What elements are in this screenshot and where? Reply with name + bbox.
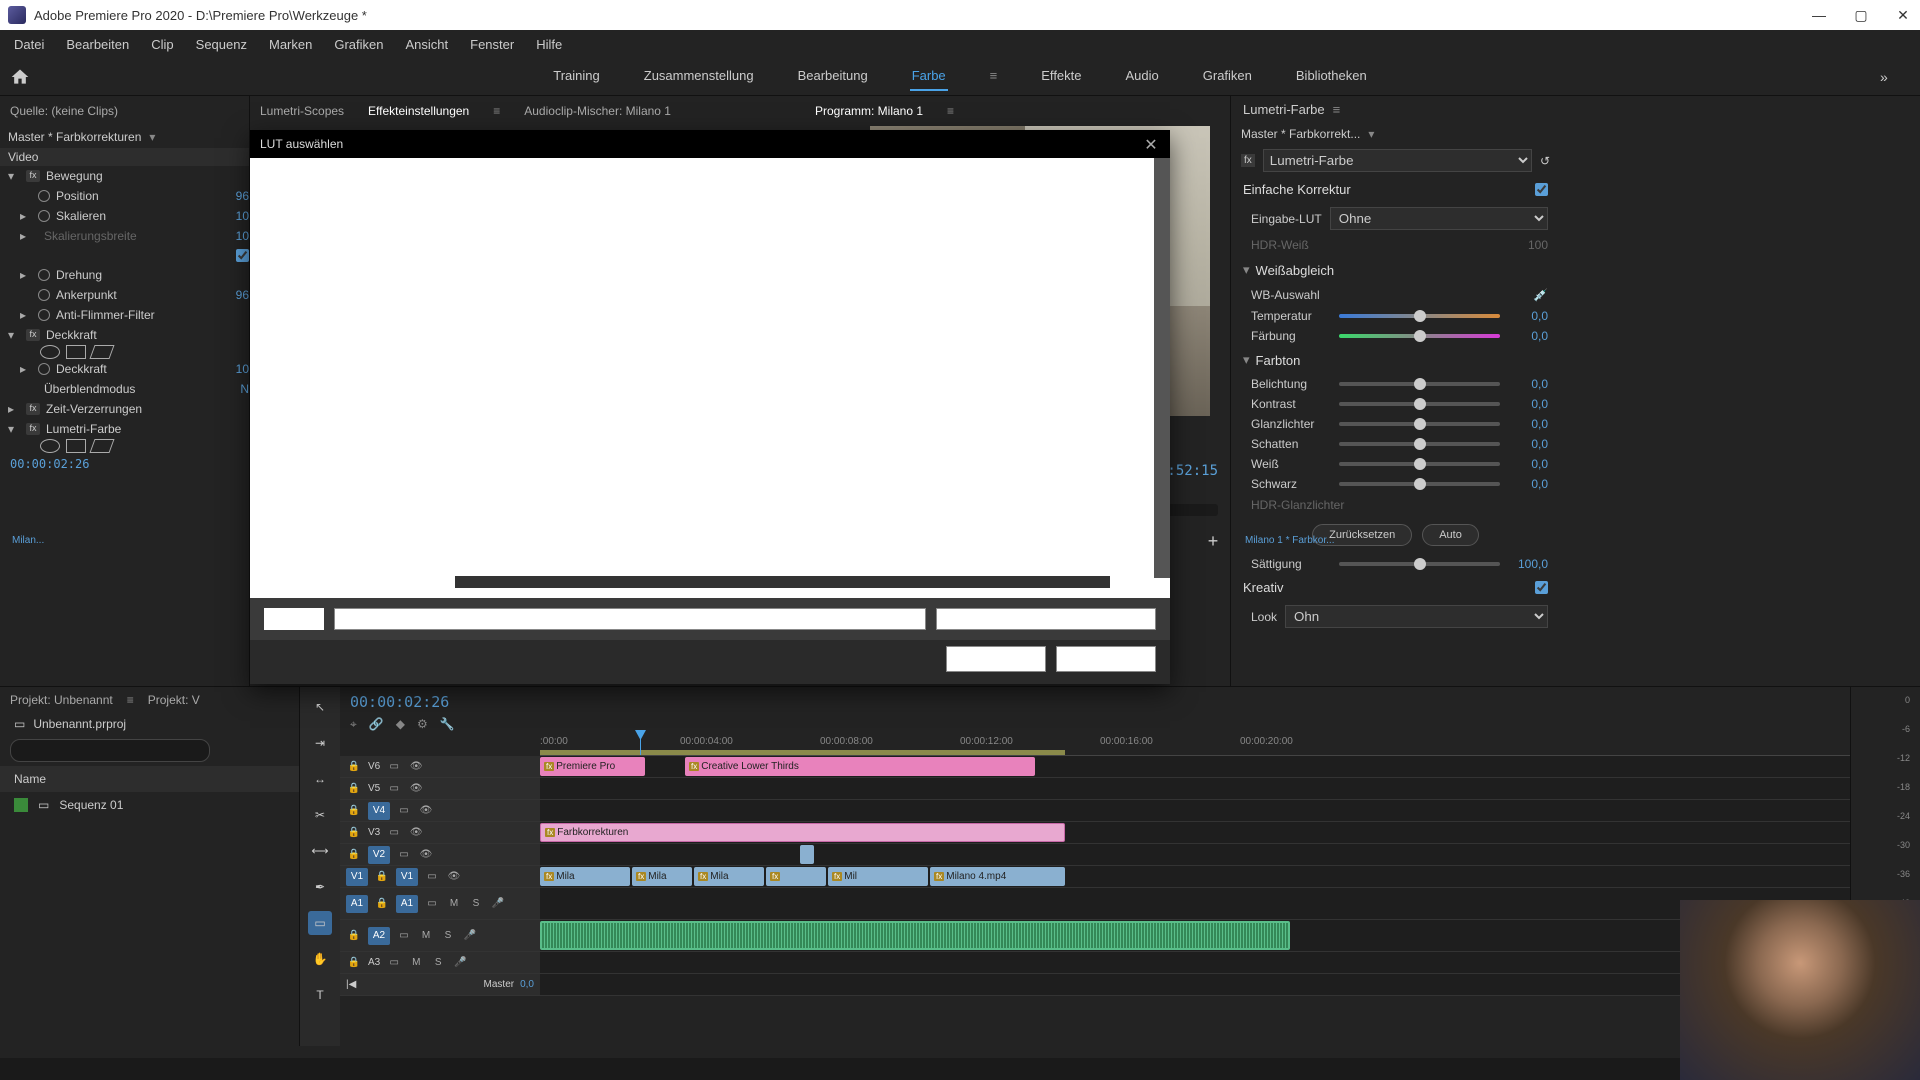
dialog-cancel-button[interactable] [1056,646,1156,672]
ripple-tool[interactable]: ↔ [308,767,332,791]
ws-zusammenstellung[interactable]: Zusammenstellung [642,62,756,91]
clip-audio[interactable] [540,921,1290,950]
slip-tool[interactable]: ⟷ [308,839,332,863]
auto-button[interactable]: Auto [1422,524,1479,546]
close-button[interactable]: ✕ [1894,7,1912,24]
timeline-timecode[interactable]: 00:00:02:26 [350,693,449,711]
effect-controls-panel: Quelle: (keine Clips) Master * Farbkorre… [0,96,250,686]
maximize-button[interactable]: ▢ [1852,7,1870,24]
playhead[interactable] [640,732,641,755]
weiss-slider[interactable] [1339,462,1500,466]
dialog-close-button[interactable]: ✕ [1142,135,1160,153]
linked-icon[interactable]: 🔗 [369,717,384,732]
eingabe-lut-select[interactable]: Ohne [1330,207,1548,230]
clip-mila-1[interactable]: fxMila [540,867,630,886]
eyedropper-icon[interactable]: 💉 [1533,288,1548,302]
tab-effekteinstellungen[interactable]: Effekteinstellungen [368,104,469,118]
snap-icon[interactable]: ⌖ [350,717,357,732]
go-to-start-icon[interactable]: |◀ [346,979,356,990]
workspace-bar: Training Zusammenstellung Bearbeitung Fa… [0,58,1920,96]
pen-tool[interactable]: ✒ [308,875,332,899]
temperatur-slider[interactable] [1339,314,1500,318]
webcam-overlay [1680,900,1920,1080]
razor-tool[interactable]: ✂ [308,803,332,827]
ws-effekte[interactable]: Effekte [1039,62,1083,91]
clip-premiere-pro[interactable]: fxPremiere Pro [540,757,645,776]
lut-select-dialog: LUT auswählen ✕ [250,130,1170,684]
window-title: Adobe Premiere Pro 2020 - D:\Premiere Pr… [34,8,1810,23]
clip-farbkorrekturen[interactable]: fxFarbkorrekturen [540,823,1065,842]
menu-fenster[interactable]: Fenster [460,33,524,56]
ws-audio[interactable]: Audio [1124,62,1161,91]
rectangle-tool[interactable]: ▭ [308,911,332,935]
ws-farbe[interactable]: Farbe [910,62,948,91]
menu-hilfe[interactable]: Hilfe [526,33,572,56]
tab-programm[interactable]: Programm: Milano 1 [815,104,923,118]
menu-ansicht[interactable]: Ansicht [395,33,458,56]
selection-tool[interactable]: ↖ [308,695,332,719]
clip-milano4[interactable]: fxMilano 4.mp4 [930,867,1065,886]
dialog-title: LUT auswählen [260,137,343,151]
status-bar [0,1058,1920,1080]
reset-icon[interactable]: ↺ [1540,154,1550,168]
clip-mil[interactable]: fxMil [828,867,928,886]
menubar: Datei Bearbeiten Clip Sequenz Marken Gra… [0,30,1920,58]
dialog-file-area[interactable] [250,158,1170,598]
tool-palette: ↖ ⇥ ↔ ✂ ⟷ ✒ ▭ ✋ T [300,687,340,1046]
farbung-slider[interactable] [1339,334,1500,338]
timeline-panel: 00:00:02:26 ⌖ 🔗 ◆ ⚙ 🔧 :00:00 00:00:04:00… [340,687,1850,1046]
settings-icon[interactable]: ⚙ [417,717,428,732]
tab-projekt2[interactable]: Projekt: V [148,693,200,707]
ec-clip[interactable]: Milan... [8,1,48,1079]
minimize-button[interactable]: — [1810,7,1828,24]
glanzlichter-slider[interactable] [1339,422,1500,426]
type-tool[interactable]: T [308,983,332,1007]
dialog-scrollbar-h[interactable] [455,576,1110,588]
menu-clip[interactable]: Clip [141,33,183,56]
marker-icon[interactable]: ◆ [396,717,405,732]
clip-creative-lower-thirds[interactable]: fxCreative Lower Thirds [685,757,1035,776]
menu-sequenz[interactable]: Sequenz [186,33,257,56]
menu-marken[interactable]: Marken [259,33,322,56]
ws-overflow[interactable]: » [1880,69,1920,85]
hand-tool[interactable]: ✋ [308,947,332,971]
track-select-tool[interactable]: ⇥ [308,731,332,755]
belichtung-slider[interactable] [1339,382,1500,386]
dialog-filename-input[interactable] [334,608,926,630]
einfache-checkbox[interactable] [1535,183,1548,196]
menu-bearbeiten[interactable]: Bearbeiten [56,33,139,56]
tab-audioclip-mischer[interactable]: Audioclip-Mischer: Milano 1 [524,104,671,118]
dialog-open-button[interactable] [946,646,1046,672]
kontrast-slider[interactable] [1339,402,1500,406]
clip-mila-2[interactable]: fxMila [632,867,692,886]
ws-bearbeitung[interactable]: Bearbeitung [796,62,870,91]
titlebar: Adobe Premiere Pro 2020 - D:\Premiere Pr… [0,0,1920,30]
ws-training[interactable]: Training [551,62,601,91]
kreativ-checkbox[interactable] [1535,581,1548,594]
dialog-scrollbar-v[interactable] [1154,158,1170,578]
schatten-slider[interactable] [1339,442,1500,446]
menu-grafiken[interactable]: Grafiken [324,33,393,56]
schwarz-slider[interactable] [1339,482,1500,486]
saettigung-slider[interactable] [1339,562,1500,566]
wrench-icon[interactable]: 🔧 [440,717,455,732]
clip-empty[interactable]: fx [766,867,826,886]
dialog-filetype-select[interactable] [936,608,1156,630]
add-button[interactable]: + [1202,530,1224,552]
tab-lumetri-scopes[interactable]: Lumetri-Scopes [260,104,344,118]
lumetri-panel: Lumetri-Farbe≡ Master * Farbkorrekt...▾ … [1230,96,1560,686]
clip-v2[interactable] [800,845,814,864]
clip-mila-3[interactable]: fxMila [694,867,764,886]
timeline-ruler[interactable]: :00:00 00:00:04:00 00:00:08:00 00:00:12:… [540,732,1850,756]
